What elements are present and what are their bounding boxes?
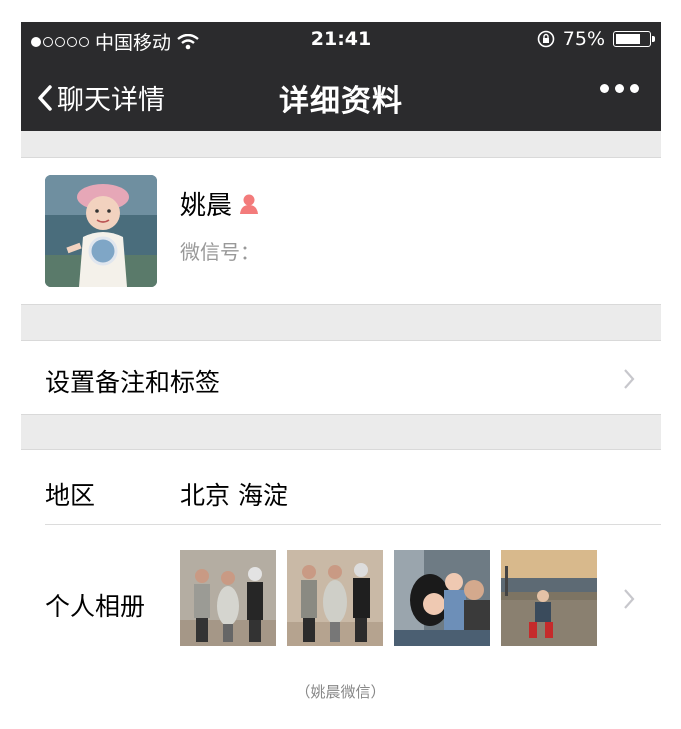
battery-group: 75%	[537, 28, 655, 50]
female-icon	[240, 194, 259, 214]
album-photo[interactable]	[501, 550, 597, 646]
wechat-id: 微信号：	[180, 240, 260, 264]
album-photos[interactable]	[180, 550, 597, 646]
divider	[45, 524, 661, 525]
profile-card[interactable]: 姚晨 微信号：	[21, 157, 661, 305]
album-photo[interactable]	[287, 550, 383, 646]
region-label: 地区	[45, 481, 96, 510]
image-caption: （姚晨微信）	[295, 683, 386, 701]
display-name: 姚晨	[180, 191, 233, 221]
info-group: 地区 北京 海淀 个人相册	[21, 449, 661, 666]
album-photo[interactable]	[180, 550, 276, 646]
chevron-right-icon	[624, 369, 635, 389]
phone-screen: 中国移动 21:41 75% 聊天详情 详细资料 姚晨 微信号： 设置备注和标签…	[21, 22, 661, 666]
battery-percent: 75%	[562, 28, 605, 50]
more-options-button[interactable]	[600, 84, 639, 93]
page-title: 详细资料	[279, 84, 403, 119]
more-dots-icon	[600, 84, 609, 93]
nav-bar: 聊天详情 详细资料	[21, 58, 661, 131]
chevron-right-icon	[624, 589, 635, 609]
remark-and-tags-row[interactable]: 设置备注和标签	[21, 340, 661, 415]
rotation-lock-icon	[537, 30, 555, 48]
remark-label: 设置备注和标签	[45, 368, 221, 397]
status-bar: 中国移动 21:41 75%	[21, 22, 661, 58]
battery-icon	[613, 31, 655, 47]
name-row: 姚晨	[180, 185, 260, 222]
album-label: 个人相册	[45, 592, 146, 621]
avatar[interactable]	[45, 175, 157, 287]
album-photo[interactable]	[394, 550, 490, 646]
region-value: 北京 海淀	[180, 481, 288, 510]
